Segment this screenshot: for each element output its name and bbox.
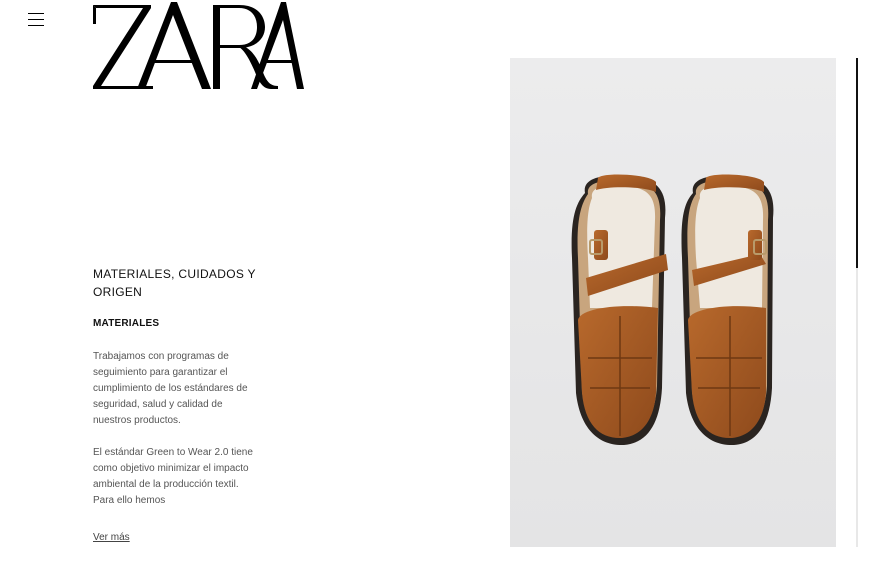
materials-paragraph: El estándar Green to Wear 2.0 tiene como… <box>93 447 253 505</box>
materials-subtitle: MATERIALES <box>93 318 160 329</box>
zara-logo[interactable] <box>93 2 305 90</box>
hamburger-menu-icon[interactable] <box>28 11 45 28</box>
scrollbar-thumb[interactable] <box>856 58 858 268</box>
menu-line <box>28 13 44 14</box>
product-image[interactable] <box>510 58 836 547</box>
section-title: MATERIALES, CUIDADOS Y ORIGEN <box>93 267 256 299</box>
materials-care-origin-section: MATERIALES, CUIDADOS Y ORIGEN MATERIALES… <box>93 265 263 505</box>
menu-line <box>28 25 44 26</box>
materials-paragraph: Trabajamos con programas de seguimiento … <box>93 351 248 426</box>
menu-line <box>28 19 44 20</box>
materials-text: Trabajamos con programas de seguimiento … <box>93 349 263 505</box>
ver-mas-link[interactable]: Ver más <box>93 532 130 543</box>
sandals-illustration <box>571 174 774 446</box>
image-scrollbar[interactable] <box>856 58 858 547</box>
